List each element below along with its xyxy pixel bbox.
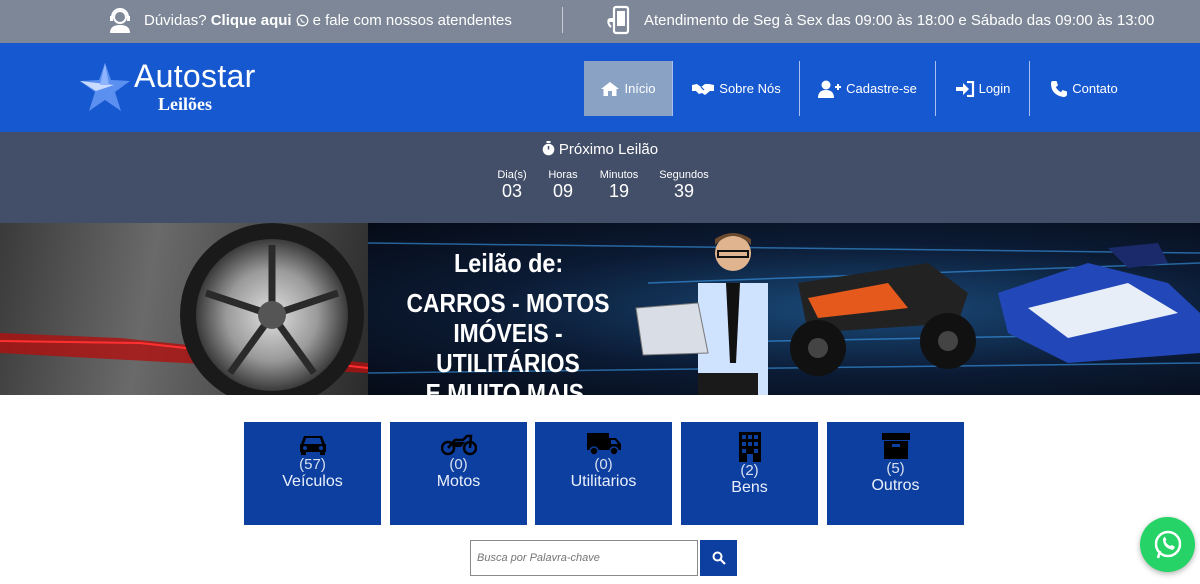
- countdown-bar: Próximo Leilão Dia(s) 03 Horas 09 Minuto…: [0, 132, 1200, 223]
- category-bens[interactable]: (2) Bens: [681, 422, 818, 525]
- search-input[interactable]: [470, 540, 698, 576]
- category-label: Motos: [436, 473, 481, 490]
- countdown-minutes-value: 19: [608, 181, 630, 201]
- countdown-minutes: Minutos 19: [596, 169, 642, 202]
- nav-sobre-nos-label: Sobre Nós: [719, 81, 781, 96]
- whatsapp-icon: [1154, 530, 1181, 558]
- banner-text: CARROS - MOTOS IMÓVEIS - UTILITÁRIOS E M…: [394, 288, 623, 395]
- home-icon: [601, 81, 620, 96]
- category-veiculos[interactable]: (57) Veículos: [244, 422, 381, 525]
- countdown-seconds-value: 39: [673, 181, 695, 201]
- banner-car-wheel-image: [0, 223, 368, 395]
- countdown-hours-label: Horas: [548, 169, 578, 181]
- category-label: Outros: [871, 477, 920, 494]
- atv-illustration: [790, 263, 976, 376]
- hero-banner[interactable]: Leilão de: CARROS - MOTOS IMÓVEIS - UTIL…: [0, 223, 1200, 395]
- countdown-days-label: Dia(s): [497, 169, 527, 181]
- doubts-prefix: Dúvidas?: [144, 11, 207, 29]
- top-info-bar: Dúvidas? Clique aqui e fale com nossos a…: [0, 0, 1200, 43]
- car-wheel-illustration: [0, 223, 368, 395]
- businessman-illustration: [635, 233, 768, 395]
- category-utilitarios[interactable]: (0) Utilitarios: [535, 422, 672, 525]
- banner-line-3: E MUITO MAIS.: [425, 378, 591, 395]
- category-count: (0): [594, 456, 613, 473]
- doubts-suffix: e fale com nossos atendentes: [312, 11, 512, 29]
- user-plus-icon: [818, 80, 842, 98]
- support-agent-icon: [110, 8, 130, 33]
- whatsapp-small-icon: [296, 14, 308, 26]
- nav-contato-label: Contato: [1072, 81, 1118, 96]
- jetski-illustration: [998, 243, 1200, 363]
- search-icon: [712, 551, 726, 565]
- nav-login-label: Login: [978, 81, 1011, 96]
- countdown-seconds: Segundos 39: [656, 169, 712, 202]
- category-count: (0): [449, 456, 468, 473]
- countdown-hours-value: 09: [552, 181, 574, 201]
- countdown-title: Próximo Leilão: [0, 141, 1200, 158]
- nav-inicio-label: Início: [624, 81, 656, 96]
- countdown-days: Dia(s) 03: [494, 169, 530, 202]
- category-count: (57): [299, 456, 326, 473]
- countdown-hours: Horas 09: [545, 169, 581, 202]
- category-count: (2): [740, 462, 759, 479]
- main-header: Autostar Leilões Início Sobre Nós Cadast…: [0, 43, 1200, 132]
- countdown-seconds-label: Segundos: [659, 169, 709, 181]
- category-label: Bens: [731, 479, 768, 496]
- handshake-icon: [692, 83, 715, 95]
- car-icon: [299, 436, 326, 455]
- category-label: Veículos: [282, 473, 343, 490]
- phone-icon: [1051, 80, 1068, 97]
- nav-contato[interactable]: Contato: [1030, 61, 1138, 116]
- stopwatch-icon: [542, 141, 555, 156]
- sign-in-icon: [955, 80, 974, 97]
- category-motos[interactable]: (0) Motos: [390, 422, 527, 525]
- logo[interactable]: Autostar Leilões: [78, 57, 278, 117]
- building-icon: [738, 432, 761, 462]
- banner-heading: Leilão de:: [454, 248, 564, 278]
- banner-line-1: CARROS - MOTOS: [406, 288, 610, 318]
- nav-sobre-nos[interactable]: Sobre Nós: [673, 61, 799, 116]
- nav-cadastre-se[interactable]: Cadastre-se: [800, 61, 935, 116]
- truck-icon: [586, 433, 621, 456]
- search-button[interactable]: [700, 540, 737, 576]
- countdown-minutes-label: Minutos: [599, 169, 639, 181]
- whatsapp-float-button[interactable]: [1140, 517, 1195, 572]
- mobile-phone-icon: [607, 5, 630, 35]
- nav-cadastre-se-label: Cadastre-se: [846, 81, 917, 96]
- hours-text: Atendimento de Seg à Sex das 09:00 às 18…: [644, 11, 1155, 29]
- banner-promo-area: Leilão de: CARROS - MOTOS IMÓVEIS - UTIL…: [368, 223, 1200, 395]
- topbar-divider: [562, 7, 563, 33]
- doubts-section: Dúvidas? Clique aqui e fale com nossos a…: [106, 4, 512, 36]
- doubts-link[interactable]: Clique aqui: [211, 12, 292, 29]
- countdown-days-value: 03: [501, 181, 523, 201]
- star-logo-icon: [80, 63, 130, 111]
- archive-icon: [881, 433, 910, 459]
- category-count: (5): [886, 460, 905, 477]
- logo-title: Autostar: [134, 58, 256, 94]
- nav-login[interactable]: Login: [936, 61, 1029, 116]
- logo-subtitle: Leilões: [158, 94, 212, 114]
- banner-line-2: IMÓVEIS - UTILITÁRIOS: [436, 318, 580, 378]
- category-label: Utilitarios: [570, 473, 637, 490]
- motorcycle-icon: [440, 434, 477, 456]
- category-outros[interactable]: (5) Outros: [827, 422, 964, 525]
- hours-section: Atendimento de Seg à Sex das 09:00 às 18…: [606, 4, 1154, 36]
- nav-inicio[interactable]: Início: [584, 61, 672, 116]
- countdown-title-text: Próximo Leilão: [558, 141, 659, 158]
